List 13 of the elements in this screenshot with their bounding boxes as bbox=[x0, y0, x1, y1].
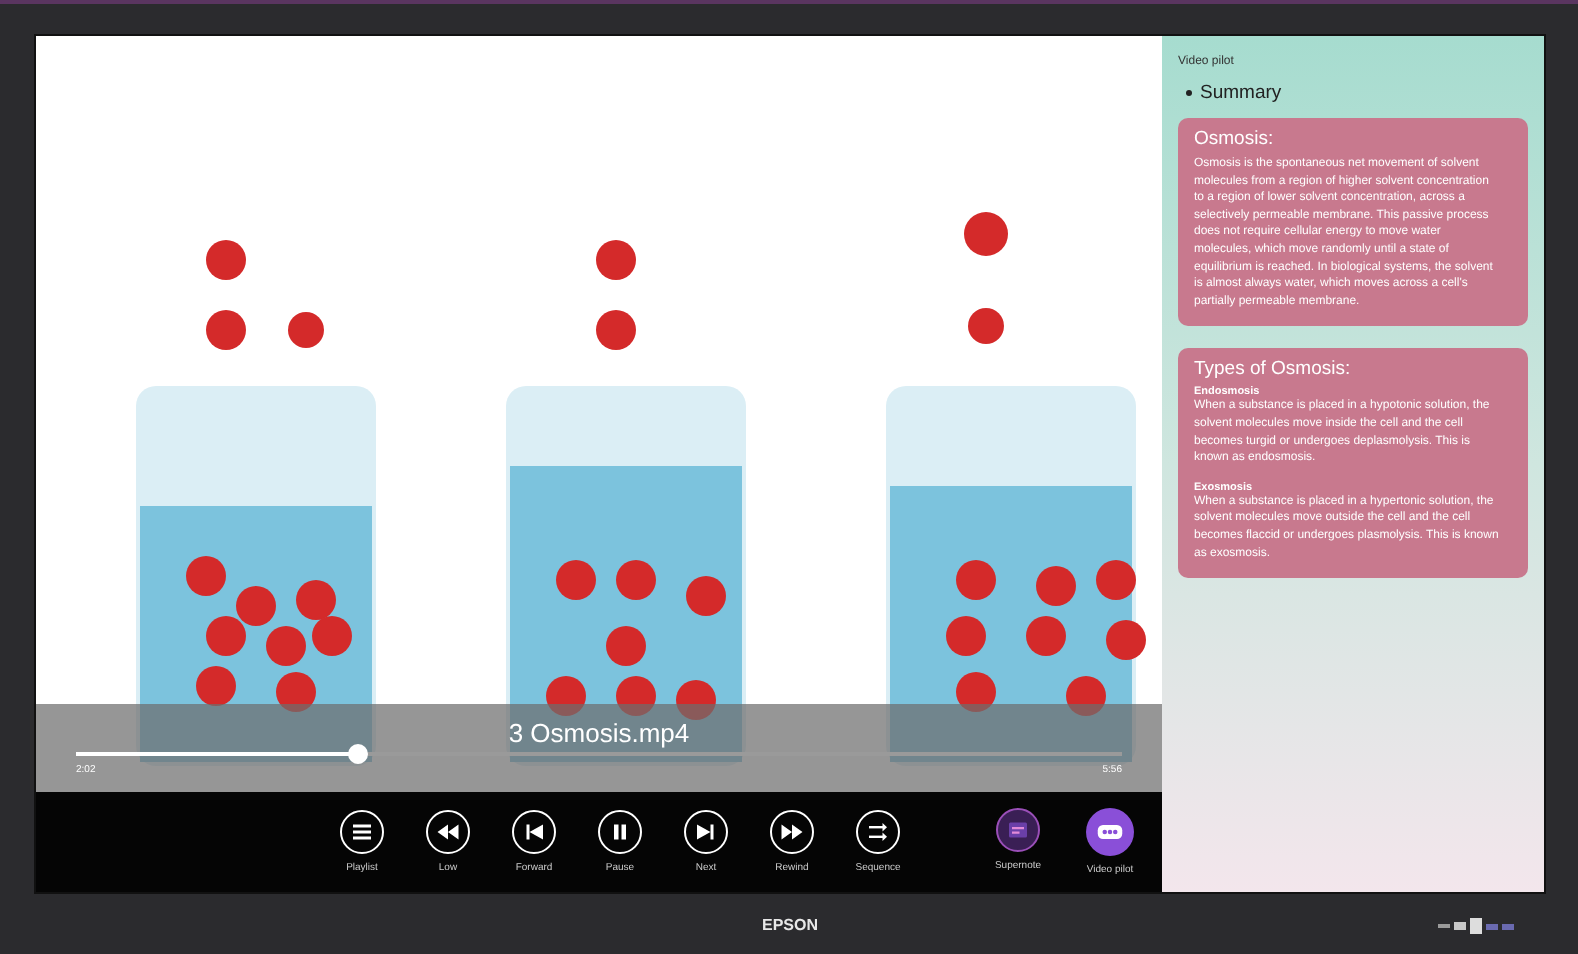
brand-label: EPSON bbox=[761, 915, 818, 933]
progress-handle[interactable] bbox=[348, 744, 369, 764]
section-heading: Summary bbox=[1200, 82, 1282, 104]
note-icon bbox=[1006, 818, 1030, 842]
video-title: 3 Osmosis.mp4 bbox=[506, 718, 692, 748]
next-icon bbox=[694, 820, 718, 844]
card-title: Types of Osmosis: bbox=[1194, 358, 1353, 381]
indicator-lights-icon bbox=[1438, 918, 1518, 934]
bullet-icon bbox=[1186, 90, 1192, 96]
card-title: Osmosis: bbox=[1194, 128, 1276, 150]
pause-icon bbox=[608, 820, 632, 844]
playlist-icon bbox=[350, 820, 374, 844]
sequence-icon bbox=[866, 820, 890, 844]
